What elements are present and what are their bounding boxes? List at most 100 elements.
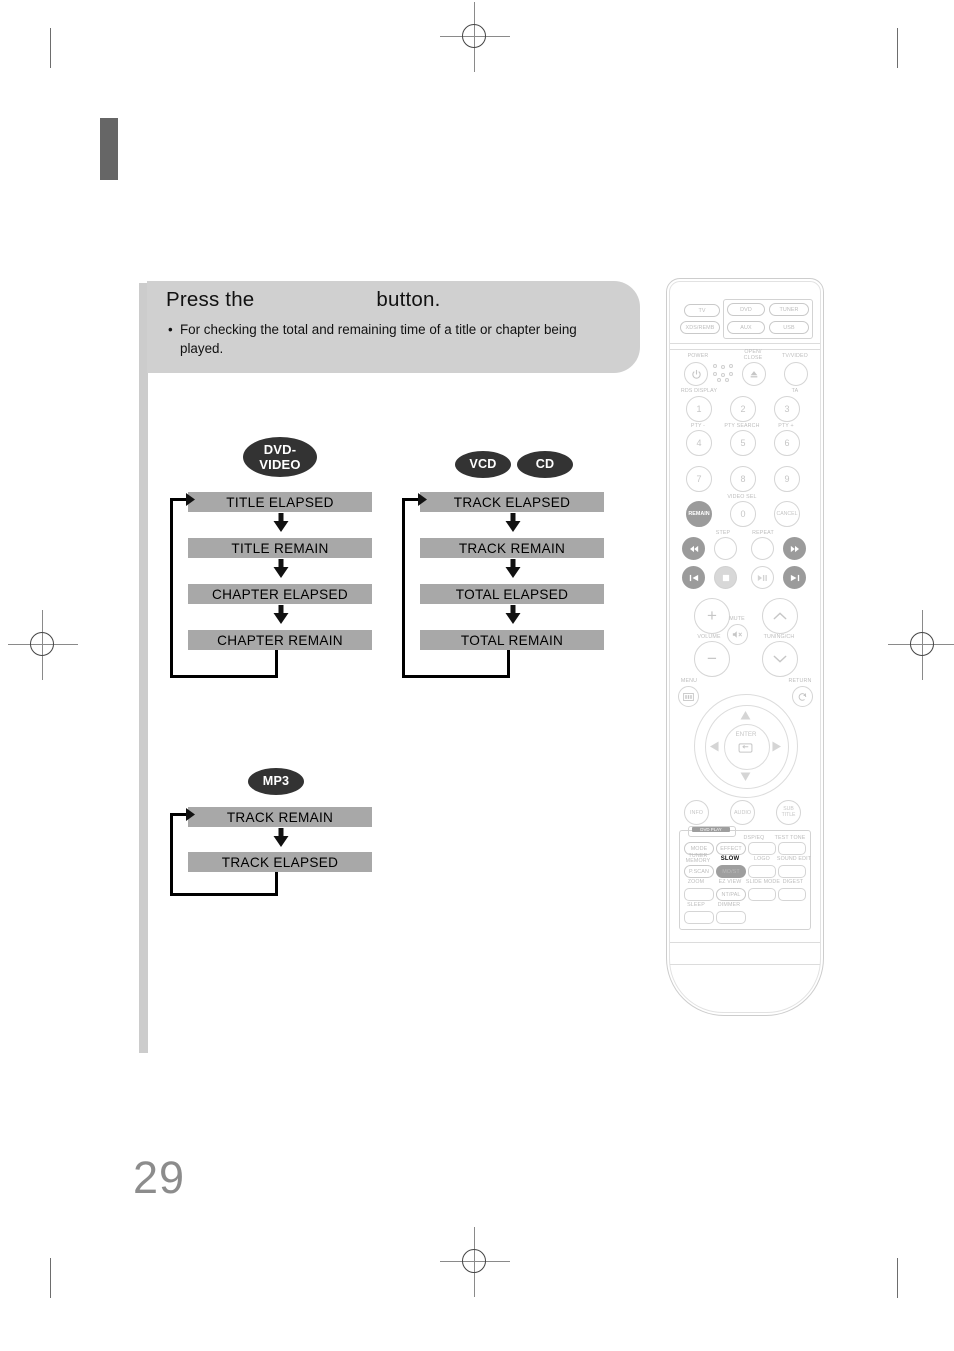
stop-icon: [722, 574, 729, 581]
test-tone-label: TEST TONE: [774, 835, 806, 841]
test-tone-button[interactable]: [778, 842, 806, 855]
number-6-button[interactable]: 6: [774, 430, 800, 456]
prev-track-button[interactable]: [682, 566, 705, 589]
mute-label: MUTE: [729, 616, 745, 622]
source-tuner-button[interactable]: TUNER: [769, 303, 809, 316]
volume-down-button[interactable]: −: [694, 641, 730, 677]
open-close-label: OPEN/ CLOSE: [732, 349, 774, 361]
forward-button[interactable]: [783, 537, 806, 560]
remote-divider: [670, 343, 820, 344]
badge-mp3: MP3: [248, 768, 304, 795]
rewind-button[interactable]: [682, 537, 705, 560]
number-1-button[interactable]: 1: [686, 396, 712, 422]
number-3-button[interactable]: 3: [774, 396, 800, 422]
step-button[interactable]: [714, 537, 737, 560]
number-5-button[interactable]: 5: [730, 430, 756, 456]
menu-button[interactable]: [678, 686, 699, 707]
sleep-button[interactable]: [684, 911, 714, 924]
flow-step-box: TRACK REMAIN: [420, 538, 604, 558]
title-prefix: Press the: [166, 288, 255, 311]
effect-button[interactable]: EFFECT: [716, 842, 746, 855]
navigation-dpad[interactable]: ENTER: [694, 694, 798, 798]
rewind-icon: [689, 545, 698, 552]
tv-video-button[interactable]: [784, 362, 808, 386]
flow-arrow-down-icon: [505, 513, 521, 532]
bullet-text: For checking the total and remaining tim…: [180, 322, 577, 356]
flow-arrow-down-icon: [273, 828, 289, 847]
digest-button[interactable]: [778, 888, 806, 901]
dsp-eq-button[interactable]: [748, 842, 776, 855]
remote-control: TV XDS/REMB DVD TUNER AUX USB POWER OPEN…: [666, 278, 824, 1016]
return-button[interactable]: [792, 686, 813, 707]
chevron-up-icon: [773, 612, 787, 620]
zoom-button[interactable]: [684, 888, 714, 901]
audio-button[interactable]: AUDIO: [730, 800, 755, 825]
digest-label: DIGEST: [782, 879, 804, 885]
pty-plus-label: PTY +: [778, 423, 794, 429]
source-xdsremb-button[interactable]: XDS/REMB: [680, 321, 720, 334]
enter-label: ENTER: [735, 731, 757, 738]
power-label: POWER: [687, 353, 709, 359]
logo-button[interactable]: [748, 865, 776, 878]
subtitle-button[interactable]: SUB TITLE: [776, 800, 801, 825]
number-7-button[interactable]: 7: [686, 466, 712, 492]
flow-loop-arrowhead-icon: [186, 493, 195, 506]
zoom-label: ZOOM: [687, 879, 705, 885]
registration-mark-left: [8, 610, 78, 680]
source-dvd-button[interactable]: DVD: [727, 303, 765, 316]
ta-label: TA: [791, 388, 799, 394]
repeat-button[interactable]: [751, 537, 774, 560]
number-9-button[interactable]: 9: [774, 466, 800, 492]
source-tv-button[interactable]: TV: [684, 304, 720, 317]
registration-mark-right: [888, 610, 954, 680]
source-usb-button[interactable]: USB: [769, 321, 809, 334]
bullet-marker: •: [168, 322, 173, 337]
flow-step-box: TRACK ELAPSED: [188, 852, 372, 872]
power-button[interactable]: [684, 362, 708, 386]
cancel-button[interactable]: CANCEL: [774, 501, 800, 527]
next-track-button[interactable]: [783, 566, 806, 589]
flow-loop-arrowhead-icon: [186, 808, 195, 821]
remote-divider: [670, 964, 820, 965]
number-8-button[interactable]: 8: [730, 466, 756, 492]
next-track-icon: [790, 574, 799, 581]
stop-button[interactable]: [714, 566, 737, 589]
tuning-up-button[interactable]: [762, 598, 798, 634]
tuner-memory-label: TUNER MEMORY: [678, 853, 718, 865]
number-2-button[interactable]: 2: [730, 396, 756, 422]
power-icon: [691, 369, 701, 379]
open-close-button[interactable]: [742, 362, 766, 386]
dimmer-button[interactable]: [716, 911, 746, 924]
badge-vcd: VCD: [455, 451, 511, 478]
mo-st-button[interactable]: MO/ST: [716, 865, 746, 878]
slow-label: SLOW: [720, 856, 740, 862]
badge-cd: CD: [517, 451, 573, 478]
title-suffix: button.: [376, 288, 441, 311]
tuning-down-button[interactable]: [762, 641, 798, 677]
rds-display-label: RDS DISPLAY: [680, 388, 718, 394]
page-title: Press the button.: [166, 288, 441, 312]
number-0-button[interactable]: 0: [730, 501, 756, 527]
chapter-tab-bar: [100, 118, 118, 180]
menu-label: MENU: [680, 678, 698, 684]
flow-step-box: TRACK REMAIN: [188, 807, 372, 827]
flow-arrow-down-icon: [273, 513, 289, 532]
flow-step-box: CHAPTER REMAIN: [188, 630, 372, 650]
sleep-label: SLEEP: [687, 902, 705, 908]
sound-edit-button[interactable]: [778, 865, 806, 878]
play-pause-button[interactable]: [751, 566, 774, 589]
number-4-button[interactable]: 4: [686, 430, 712, 456]
info-button[interactable]: INFO: [684, 800, 709, 825]
crop-mark-bottom-left: [50, 1258, 51, 1298]
flow-step-box: TRACK ELAPSED: [420, 492, 604, 512]
remain-button[interactable]: REMAIN: [686, 501, 712, 527]
chevron-down-icon: [773, 655, 787, 663]
pscan-button[interactable]: P.SCAN: [684, 865, 714, 878]
sound-edit-label: SOUND EDIT: [776, 856, 812, 862]
registration-mark-bottom: [440, 1227, 510, 1297]
repeat-label: REPEAT: [752, 530, 774, 536]
flow-step-box: CHAPTER ELAPSED: [188, 584, 372, 604]
slide-mode-button[interactable]: [748, 888, 776, 901]
source-aux-button[interactable]: AUX: [727, 321, 765, 334]
nt-pal-button[interactable]: NT/PAL: [716, 888, 746, 901]
